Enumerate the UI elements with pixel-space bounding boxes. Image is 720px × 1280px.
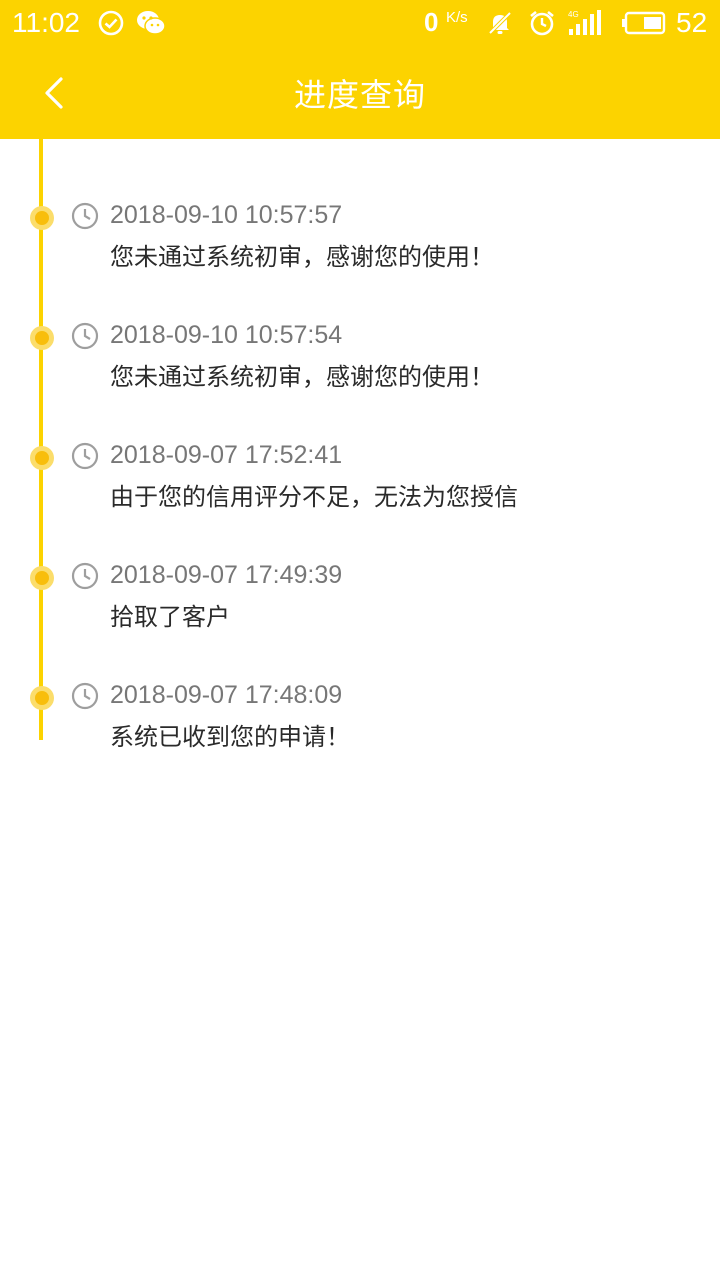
timeline-dot	[30, 686, 54, 710]
clock-icon	[71, 442, 99, 470]
timeline-dot	[30, 446, 54, 470]
timeline-entry: 2018-09-07 17:49:39 拾取了客户	[0, 556, 720, 666]
net-speed-unit: K/s	[446, 9, 468, 26]
timeline-dot	[30, 206, 54, 230]
clock-icon	[71, 562, 99, 590]
entry-timestamp: 2018-09-07 17:52:41	[110, 441, 343, 469]
app-bar: 进度查询	[0, 46, 720, 139]
status-time: 11:02	[12, 7, 80, 38]
battery-icon	[622, 11, 666, 35]
entry-message: 您未通过系统初审，感谢您的使用！	[110, 243, 494, 271]
battery-percent: 52	[676, 7, 708, 38]
svg-text:4G: 4G	[568, 10, 579, 19]
wechat-icon	[137, 11, 166, 35]
net-speed: 0	[424, 7, 439, 37]
clock-icon	[71, 202, 99, 230]
signal-4g-icon: 4G	[568, 10, 601, 35]
entry-message: 您未通过系统初审，感谢您的使用！	[110, 363, 494, 391]
entry-timestamp: 2018-09-10 10:57:54	[110, 321, 343, 349]
entry-message: 由于您的信用评分不足，无法为您授信	[110, 483, 518, 511]
timeline-entry: 2018-09-10 10:57:54 您未通过系统初审，感谢您的使用！	[0, 316, 720, 426]
clock-icon	[71, 682, 99, 710]
check-circle-icon	[98, 10, 124, 36]
entry-message: 拾取了客户	[110, 603, 230, 631]
entry-message: 系统已收到您的申请！	[110, 723, 350, 751]
timeline-entry: 2018-09-10 10:57:57 您未通过系统初审，感谢您的使用！	[0, 196, 720, 306]
page-title: 进度查询	[293, 76, 426, 114]
timeline-entry: 2018-09-07 17:52:41 由于您的信用评分不足，无法为您授信	[0, 436, 720, 546]
timeline-entry: 2018-09-07 17:48:09 系统已收到您的申请！	[0, 676, 720, 786]
entry-timestamp: 2018-09-07 17:49:39	[110, 561, 343, 589]
entry-timestamp: 2018-09-10 10:57:57	[110, 201, 343, 229]
clock-icon	[71, 322, 99, 350]
entry-timestamp: 2018-09-07 17:48:09	[110, 681, 343, 709]
status-bar: 11:02 0 K/s 4G 52	[0, 0, 720, 46]
timeline-dot	[30, 326, 54, 350]
timeline-dot	[30, 566, 54, 590]
alarm-icon	[530, 10, 554, 36]
mute-icon	[488, 11, 512, 35]
